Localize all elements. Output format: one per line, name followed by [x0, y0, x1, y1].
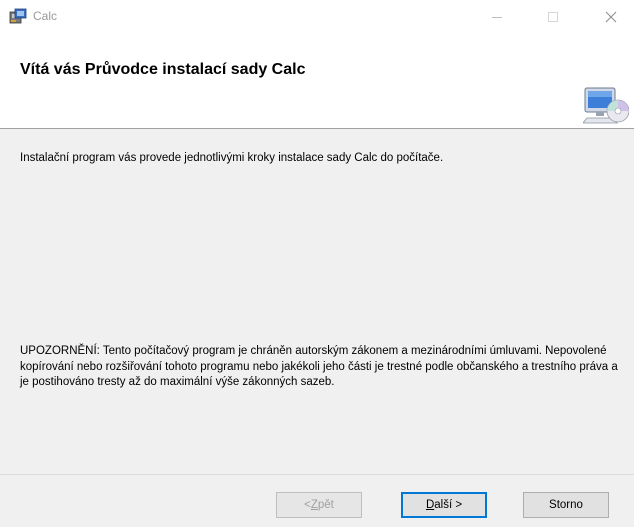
intro-text: Instalační program vás provede jednotliv… — [20, 152, 444, 164]
next-button[interactable]: Další > — [401, 492, 487, 518]
page-title: Vítá vás Průvodce instalací sady Calc — [20, 61, 306, 78]
next-button-accel: D — [425, 499, 435, 511]
cancel-button-label: Storno — [549, 499, 583, 511]
maximize-icon — [548, 11, 558, 22]
back-button-accel: Z — [310, 499, 318, 511]
back-button-label: pět — [317, 499, 334, 511]
button-bar: < Zpět Další > Storno — [0, 474, 634, 527]
close-icon — [605, 11, 617, 22]
wizard-body: Instalační program vás provede jednotliv… — [0, 129, 634, 474]
back-button[interactable]: < Zpět — [276, 492, 362, 518]
installer-app-icon — [9, 8, 27, 24]
title-bar[interactable]: Calc — [0, 0, 634, 33]
computer-cd-icon — [582, 85, 630, 127]
wizard-header: Vítá vás Průvodce instalací sady Calc — [0, 33, 634, 129]
window-title: Calc — [33, 9, 58, 23]
back-button-prefix: < — [304, 499, 311, 511]
minimize-button[interactable] — [474, 0, 520, 33]
minimize-icon — [492, 16, 502, 18]
next-button-label: alší > — [434, 499, 463, 511]
close-button[interactable] — [588, 0, 634, 33]
copyright-warning: UPOZORNĚNÍ: Tento počítačový program je … — [20, 345, 618, 388]
maximize-button[interactable] — [530, 0, 576, 33]
cancel-button[interactable]: Storno — [523, 492, 609, 518]
